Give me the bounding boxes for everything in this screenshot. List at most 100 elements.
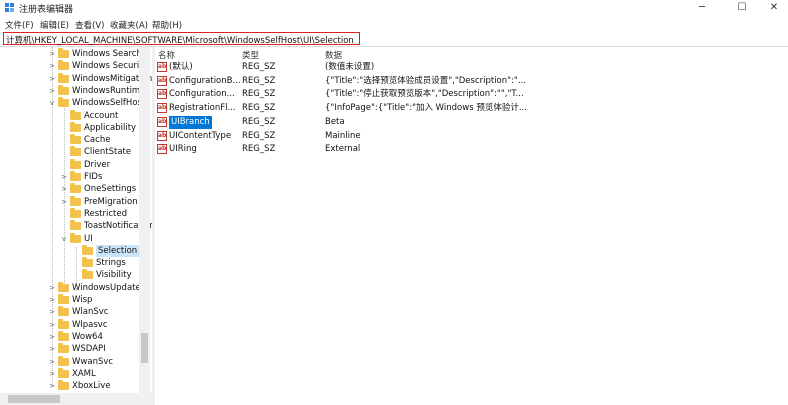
minimize-button[interactable]: ─ — [685, 0, 719, 16]
menu-view[interactable]: 查看(V) — [75, 19, 104, 31]
tree-item-label: WSDAPI — [72, 344, 106, 355]
values-list[interactable]: 名称 类型 数据 ab (默认) REG_SZ (数值未设置) ab Configurat… — [155, 47, 788, 405]
folder-icon — [58, 318, 69, 329]
chevron-right-icon[interactable]: > — [48, 85, 56, 97]
tree-item-label: Selection — [96, 244, 140, 257]
value-row[interactable]: ab (默认) REG_SZ (数值未设置) — [155, 61, 788, 74]
key-tree[interactable]: > Windows Search > Windows Security > Windows… — [0, 47, 152, 405]
tree-horizontal-scrollbar[interactable] — [0, 393, 152, 405]
chevron-down-icon[interactable]: v — [48, 97, 56, 109]
tree-item[interactable]: > Windows Security — [0, 60, 148, 72]
chevron-right-icon[interactable]: > — [48, 356, 56, 368]
tree-item[interactable]: > XAML — [0, 367, 140, 380]
tree-item[interactable]: Applicability — [0, 121, 140, 134]
menu-help[interactable]: 帮助(H) — [152, 19, 182, 31]
value-row[interactable]: ab RegistrationFl... REG_SZ {"InfoPage":{"T… — [155, 102, 788, 115]
folder-icon — [58, 84, 69, 95]
chevron-right-icon[interactable]: > — [48, 60, 56, 72]
value-type: REG_SZ — [242, 89, 276, 100]
menu-favorites[interactable]: 收藏夹(A) — [110, 19, 148, 31]
value-name: Configuration... — [169, 89, 235, 100]
chevron-right-icon[interactable]: > — [48, 380, 56, 392]
menu-edit[interactable]: 编辑(E) — [40, 19, 69, 31]
chevron-right-icon[interactable]: > — [48, 331, 56, 343]
chevron-right-icon[interactable]: > — [48, 343, 56, 355]
column-header-type[interactable]: 类型 — [242, 49, 259, 61]
chevron-right-icon[interactable]: > — [60, 196, 68, 208]
chevron-right-icon[interactable]: > — [60, 183, 68, 195]
folder-icon — [70, 109, 81, 120]
chevron-right-icon[interactable]: > — [48, 282, 56, 294]
folder-icon — [70, 171, 81, 181]
tree-item[interactable]: Selection — [0, 244, 140, 257]
tree-item[interactable]: > WindowsUpdate — [0, 281, 141, 294]
column-header-name[interactable]: 名称 — [158, 49, 175, 61]
close-button[interactable]: ✕ — [757, 0, 788, 16]
folder-icon — [58, 294, 69, 304]
tree-item[interactable]: > XboxLive — [0, 380, 140, 392]
tree-item[interactable]: > OneSettings — [0, 183, 140, 195]
tree-item[interactable]: Strings — [0, 257, 140, 269]
chevron-right-icon[interactable]: > — [48, 48, 56, 60]
folder-icon — [58, 380, 69, 391]
chevron-right-icon[interactable]: > — [48, 73, 56, 85]
address-bar[interactable]: 计算机\HKEY_LOCAL_MACHINE\SOFTWARE\Microsof… — [3, 32, 360, 46]
tree-item[interactable]: > Wow64 — [0, 330, 140, 343]
value-row[interactable]: ab UIRing REG_SZ External — [155, 143, 788, 156]
folder-icon — [58, 355, 69, 366]
folder-icon — [58, 330, 69, 341]
chevron-right-icon[interactable]: > — [48, 368, 56, 380]
tree-item-label: WindowsSelfHost — [72, 98, 146, 109]
menu-file[interactable]: 文件(F) — [5, 19, 34, 31]
tree-item[interactable]: ClientState — [0, 146, 140, 158]
chevron-right-icon[interactable]: > — [48, 306, 56, 318]
tree-item[interactable]: v WindowsSelfHost — [0, 97, 145, 109]
tree-scroll-thumb[interactable] — [141, 333, 148, 363]
tree-item[interactable]: > PreMigration — [0, 195, 140, 208]
value-row[interactable]: ab UIBranch REG_SZ Beta — [155, 115, 788, 129]
tree-item[interactable]: ToastNotification — [0, 220, 152, 232]
tree-item[interactable]: > Windows Search — [0, 48, 142, 60]
tree-item-label: FIDs — [84, 172, 103, 182]
value-name: (默认) — [169, 62, 193, 72]
string-value-icon: ab — [157, 103, 167, 114]
tree-item[interactable]: > WindowsRuntime — [0, 84, 145, 97]
tree-item[interactable]: Cache — [0, 134, 140, 146]
tree-item[interactable]: Restricted — [0, 207, 140, 220]
string-value-icon: ab — [157, 130, 167, 141]
tree-item-label: Cache — [84, 135, 111, 146]
tree-item-label: Restricted — [84, 208, 128, 219]
tree-item[interactable]: > Wisp — [0, 294, 140, 306]
tree-item[interactable]: > WlanSvc — [0, 306, 140, 318]
value-row[interactable]: ab ConfigurationB... REG_SZ {"Title":"选择预览体… — [155, 75, 788, 88]
tree-item[interactable]: > WSDAPI — [0, 343, 140, 355]
tree-vertical-scrollbar[interactable] — [139, 47, 150, 393]
folder-icon — [58, 97, 69, 108]
value-row[interactable]: ab Configuration... REG_SZ {"Title":"停止获取预览… — [155, 88, 788, 101]
tree-item[interactable]: > WindowsMitigation — [0, 72, 152, 85]
tree-item-label: Wow64 — [72, 331, 103, 342]
value-data: {"Title":"选择预览体验成员设置","Description":"... — [325, 75, 526, 86]
tree-item[interactable]: Driver — [0, 158, 140, 171]
tree-item[interactable]: > FIDs — [0, 171, 140, 183]
address-path: 计算机\HKEY_LOCAL_MACHINE\SOFTWARE\Microsof… — [6, 36, 354, 46]
maximize-button[interactable]: ☐ — [725, 0, 759, 16]
chevron-down-icon[interactable]: v — [60, 233, 68, 245]
menu-bar: 文件(F) 编辑(E) 查看(V) 收藏夹(A) 帮助(H) — [0, 17, 788, 31]
value-name: RegistrationFl... — [169, 103, 236, 114]
chevron-right-icon[interactable]: > — [48, 294, 56, 306]
value-row[interactable]: ab UIContentType REG_SZ Mainline — [155, 130, 788, 143]
chevron-right-icon[interactable]: > — [60, 171, 68, 183]
tree-item[interactable]: Visibility — [0, 269, 140, 281]
folder-icon — [70, 146, 81, 157]
tree-item[interactable]: v UI — [0, 232, 140, 245]
column-header-data[interactable]: 数据 — [325, 49, 342, 61]
folder-icon — [70, 220, 81, 231]
value-type: REG_SZ — [242, 116, 276, 127]
tree-item[interactable]: > Wlpasvc — [0, 318, 140, 331]
chevron-right-icon[interactable]: > — [48, 319, 56, 331]
tree-item[interactable]: Account — [0, 109, 140, 122]
tree-item[interactable]: > WwanSvc — [0, 355, 140, 368]
value-name: UIBranch — [169, 115, 212, 129]
tree-hscroll-thumb[interactable] — [8, 395, 60, 403]
